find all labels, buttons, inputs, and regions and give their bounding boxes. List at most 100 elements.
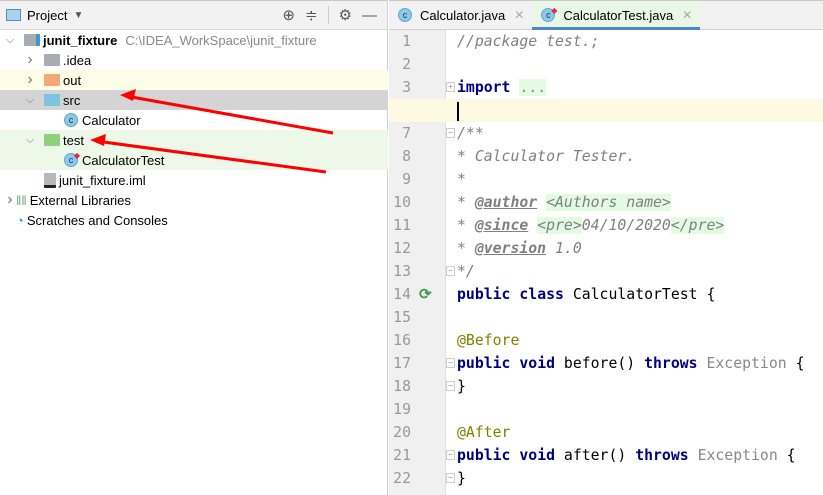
code-line[interactable] [389,306,823,329]
code-text: } [457,375,466,398]
code-token: <pre> [537,217,582,234]
code-token: after() [555,447,636,464]
code-line[interactable]: + import ... [389,76,823,99]
fold-collapse-icon[interactable]: − [446,473,455,483]
minimize-icon[interactable]: — [362,7,377,24]
code-token: CalculatorTest { [563,286,716,303]
chevron-down-icon[interactable]: ⌵ [4,34,16,47]
code-token: throws [644,355,698,372]
code-line[interactable] [389,53,823,76]
chevron-right-icon[interactable]: › [24,51,36,69]
chevron-down-icon[interactable]: ▼ [73,10,83,21]
code-line[interactable]: − */ [389,260,823,283]
code-text: import ... [457,76,547,99]
project-view-selector[interactable]: Project ▼ [6,8,83,23]
toolbar-divider [327,6,329,24]
code-text [457,99,459,122]
tree-item-calculatortest[interactable]: c ◆ CalculatorTest [0,150,388,170]
gear-icon[interactable]: ⚙ [339,6,352,24]
code-text: * @since <pre>04/10/2020</pre> [457,214,725,237]
test-class-icon: c ◆ [64,151,80,167]
tab-label: Calculator.java [420,7,506,23]
tree-item-external-libraries[interactable]: › ‖‖ External Libraries [0,190,388,210]
code-line[interactable]: * @version 1.0 [389,237,823,260]
project-panel: Project ▼ ⊕ ≑ ⚙ — ⌵ junit_fixture C:\IDEA_… [0,0,388,495]
code-line[interactable]: * @author <Authors name> [389,191,823,214]
code-line[interactable]: − public void after() throws Exception { [389,444,823,467]
code-token: throws [635,447,689,464]
fold-collapse-icon[interactable]: − [446,358,455,368]
tab-calculatortest-java[interactable]: c ◆ CalculatorTest.java ✕ [532,1,701,30]
test-marker-icon: ◆ [73,151,80,160]
test-class-icon: c ◆ [541,6,557,22]
code-token: * [457,217,475,234]
code-editor[interactable]: //package test.; + import ... −/** * Calcula… [389,30,823,495]
code-token: Exception [706,355,787,372]
code-line[interactable]: −} [389,467,823,490]
fold-collapse-icon[interactable]: − [446,450,455,460]
tree-item-src[interactable]: ⌵ src [0,90,388,110]
code-line[interactable]: public class CalculatorTest { [389,283,823,306]
code-line[interactable]: * [389,168,823,191]
code-token: */ [457,263,475,280]
tree-item-calculator[interactable]: c Calculator [0,110,388,130]
code-text: public void before() throws Exception { [457,352,805,375]
chevron-down-icon[interactable]: ⌵ [24,94,36,107]
tree-item-junit-fixture[interactable]: ⌵ junit_fixture C:\IDEA_WorkSpace\junit_fi… [0,30,388,50]
module-path: C:\IDEA_WorkSpace\junit_fixture [125,32,317,48]
code-token: public [457,447,511,464]
tree-item-label: junit_fixture [43,32,118,48]
code-text: public class CalculatorTest { [457,283,715,306]
code-line[interactable] [389,99,823,122]
code-token: @version [474,240,547,257]
tree-item-scratches-and-consoles[interactable]: ◔ Scratches and Consoles [0,210,388,230]
code-token: <Authors name> [546,194,671,211]
code-token: @Before [457,332,520,349]
code-token: * [457,194,475,211]
editor-tabs: c Calculator.java ✕ c ◆ CalculatorTest.java ✕ [389,0,823,30]
project-toolbar: Project ▼ ⊕ ≑ ⚙ — [0,0,387,30]
tree-item-test[interactable]: ⌵ test [0,130,388,150]
code-line[interactable]: * @since <pre>04/10/2020</pre> [389,214,823,237]
code-token: ... [519,79,547,96]
code-line[interactable]: −} [389,375,823,398]
tree-item--idea[interactable]: › .idea [0,50,388,70]
folder-icon [44,134,60,146]
text-cursor [457,101,459,121]
code-text: */ [457,260,475,283]
code-text: /** [457,122,484,145]
chevron-right-icon[interactable]: › [4,191,16,209]
libraries-icon: ‖‖ [16,192,27,208]
collapse-all-icon[interactable]: ≑ [305,6,318,24]
code-line[interactable]: * Calculator Tester. [389,145,823,168]
scratches-icon: ◔ [16,212,24,228]
tree-item-label: .idea [63,52,92,68]
fold-collapse-icon[interactable]: − [446,266,455,276]
chevron-down-icon[interactable]: ⌵ [24,134,36,147]
close-icon[interactable]: ✕ [514,8,524,22]
fold-expand-icon[interactable]: + [446,82,455,92]
fold-collapse-icon[interactable]: − [446,381,455,391]
code-line[interactable]: @After [389,421,823,444]
code-token: before() [555,355,645,372]
locate-icon[interactable]: ⊕ [282,6,295,24]
code-line[interactable]: //package test.; [389,30,823,53]
folder-icon [44,74,60,86]
code-line[interactable]: @Before [389,329,823,352]
module-icon [24,34,40,46]
tab-calculator-java[interactable]: c Calculator.java ✕ [389,1,532,29]
tree-item-junit-fixture-iml[interactable]: junit_fixture.iml [0,170,388,190]
tree-item-out[interactable]: › out [0,70,388,90]
code-text: @Before [457,329,519,352]
iml-file-icon [44,172,56,188]
tree-item-label: junit_fixture.iml [59,172,146,188]
fold-collapse-icon[interactable]: − [446,128,455,138]
code-line[interactable]: − public void before() throws Exception { [389,352,823,375]
close-icon[interactable]: ✕ [682,8,692,22]
code-line[interactable] [389,398,823,421]
chevron-right-icon[interactable]: › [24,71,36,89]
code-line[interactable]: −/** [389,122,823,145]
tree-item-label: src [63,92,81,108]
